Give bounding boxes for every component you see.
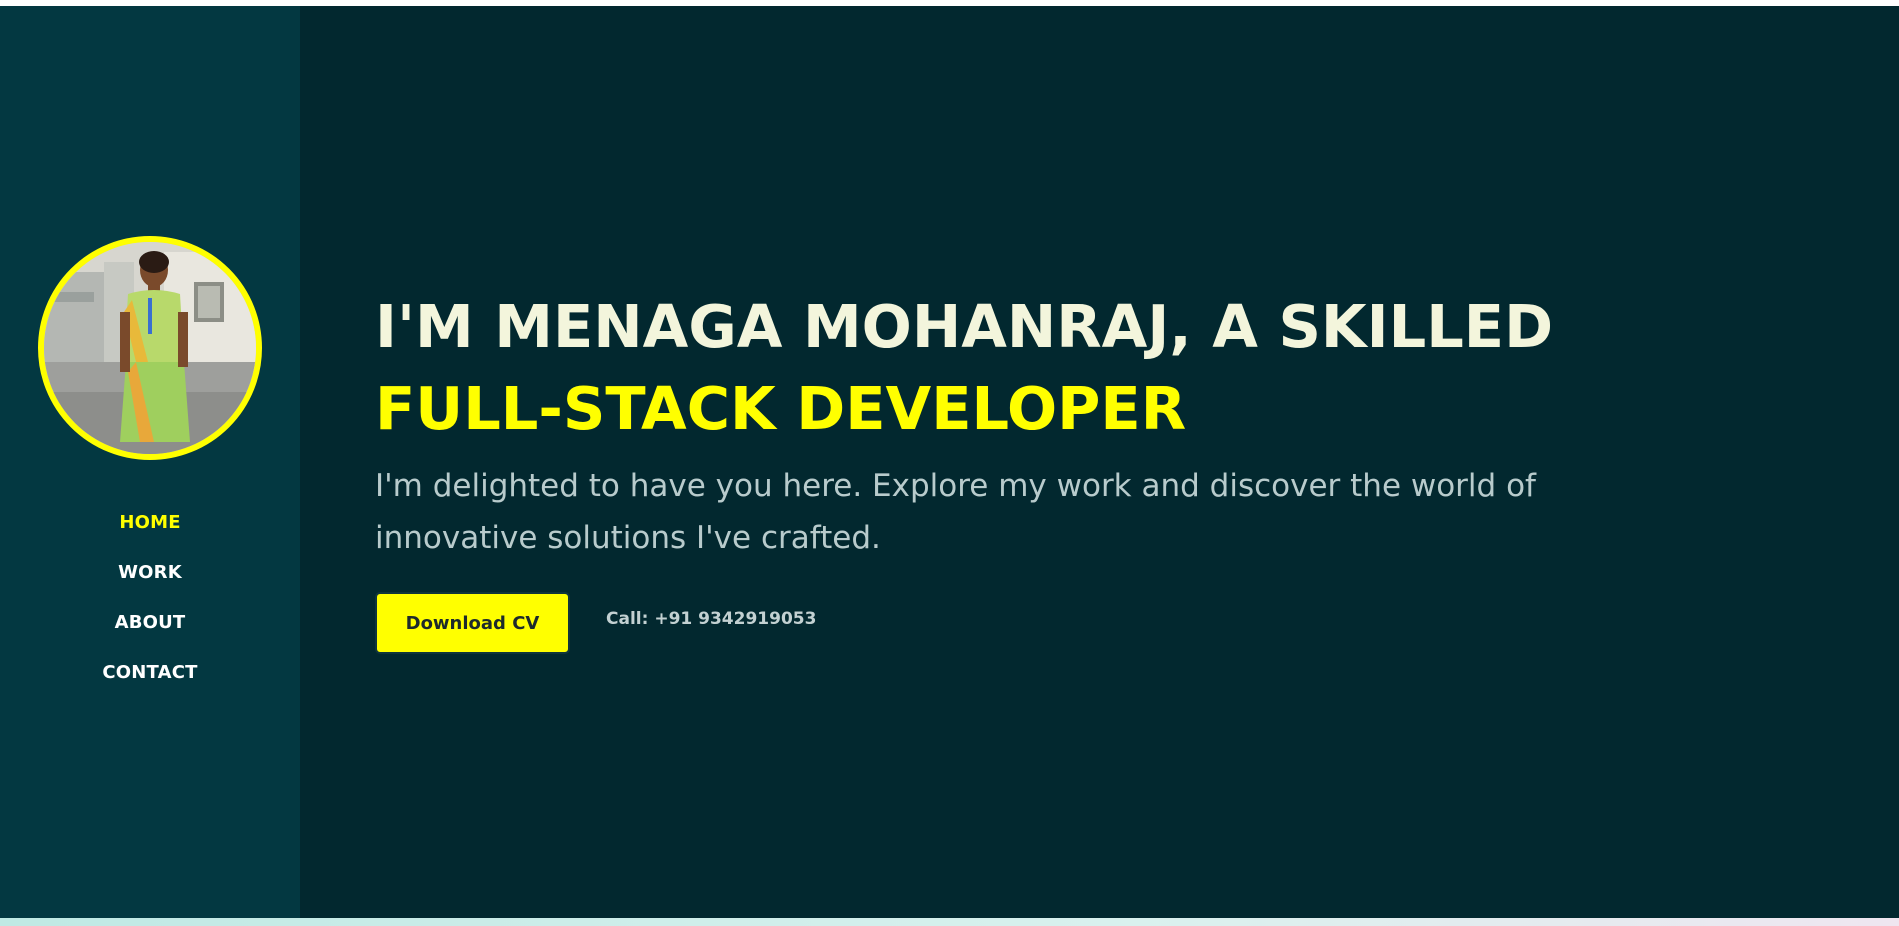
hero-headline: I'M MENAGA MOHANRAJ, A SKILLED FULL-STAC… [375, 286, 1575, 450]
call-phone-text: Call: +91 9342919053 [606, 609, 817, 629]
download-cv-button[interactable]: Download CV [375, 592, 570, 654]
sidebar: HOME WORK ABOUT CONTACT [0, 6, 300, 918]
hero-section: I'M MENAGA MOHANRAJ, A SKILLED FULL-STAC… [375, 286, 1575, 654]
nav-item-contact[interactable]: CONTACT [0, 656, 300, 706]
nav-item-work[interactable]: WORK [0, 556, 300, 606]
headline-role: FULL-STACK DEVELOPER [375, 374, 1187, 443]
hero-actions: Download CV Call: +91 9342919053 [375, 592, 1575, 654]
avatar [38, 236, 262, 460]
headline-intro: I'M MENAGA MOHANRAJ, A SKILLED [375, 292, 1554, 361]
bottom-strip [0, 918, 1899, 926]
nav-item-about[interactable]: ABOUT [0, 606, 300, 656]
nav-item-home[interactable]: HOME [0, 506, 300, 556]
profile-photo [44, 242, 256, 454]
main-nav: HOME WORK ABOUT CONTACT [0, 506, 300, 706]
page-frame: HOME WORK ABOUT CONTACT I'M MENAGA MOHAN… [0, 6, 1899, 918]
hero-subtitle: I'm delighted to have you here. Explore … [375, 468, 1536, 556]
